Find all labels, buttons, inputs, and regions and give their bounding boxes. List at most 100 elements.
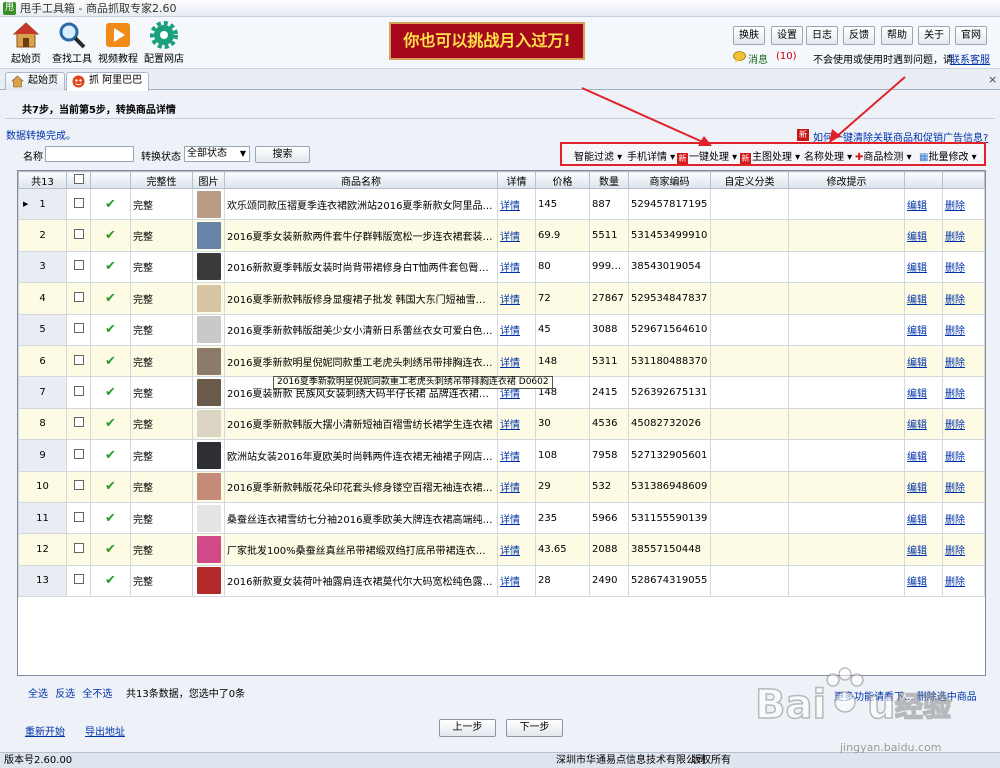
prev-step-button[interactable]: 上一步 bbox=[439, 719, 496, 737]
delete-link[interactable]: 删除 bbox=[945, 452, 965, 463]
image-cell[interactable] bbox=[192, 564, 225, 598]
merchant-code-cell[interactable]: 45082732026 bbox=[628, 407, 711, 441]
menu-smart-filter[interactable]: 智能过滤 ▾ bbox=[574, 148, 622, 163]
merchant-code-cell[interactable]: 38557150448 bbox=[628, 533, 711, 566]
detail-link[interactable]: 详情 bbox=[500, 295, 520, 306]
table-row[interactable]: 9 ✔ 完整 欧洲站女装2016年夏欧美时尚韩两件连衣裙无袖裙子网店代理... 详情 10… bbox=[18, 439, 985, 472]
detail-link[interactable]: 详情 bbox=[500, 389, 520, 400]
delete-link[interactable]: 删除 bbox=[945, 546, 965, 557]
row-select-cell[interactable] bbox=[66, 501, 91, 535]
table-row[interactable]: 6 ✔ 完整 2016夏季新款明星倪妮同款重工老虎头刺绣吊带排胸连衣裙 D... 详情 1… bbox=[18, 344, 985, 378]
quantity-cell[interactable]: 5311 bbox=[589, 344, 629, 378]
log-button[interactable]: 日志 bbox=[806, 26, 838, 45]
row-select-cell[interactable] bbox=[66, 564, 91, 598]
edit-link[interactable]: 编辑 bbox=[907, 515, 927, 526]
image-cell[interactable] bbox=[192, 313, 225, 346]
checkbox[interactable] bbox=[73, 448, 84, 459]
tab-start-page[interactable]: 起始页 bbox=[5, 72, 65, 90]
settings-button[interactable]: 设置 bbox=[771, 26, 803, 45]
merchant-code-cell[interactable]: 531155590139 bbox=[628, 501, 711, 535]
delete-link[interactable]: 删除 bbox=[945, 515, 965, 526]
custom-category-cell[interactable] bbox=[710, 533, 789, 566]
close-tab-icon[interactable]: × bbox=[988, 73, 997, 86]
toolbar-home-button[interactable]: 起始页 bbox=[3, 20, 49, 68]
price-cell[interactable]: 69.9 bbox=[535, 219, 590, 252]
feedback-button[interactable]: 反馈 bbox=[843, 26, 875, 45]
image-cell[interactable] bbox=[192, 501, 225, 535]
image-cell[interactable] bbox=[192, 250, 225, 284]
edit-link[interactable]: 编辑 bbox=[907, 577, 927, 588]
image-cell[interactable] bbox=[192, 470, 225, 503]
custom-category-cell[interactable] bbox=[710, 187, 789, 221]
product-name-cell[interactable]: 桑蚕丝连衣裙雪纺七分袖2016夏季欧美大牌连衣裙高端纯色大... bbox=[224, 501, 498, 535]
product-thumbnail[interactable] bbox=[196, 567, 221, 595]
product-thumbnail[interactable] bbox=[196, 253, 221, 281]
product-thumbnail[interactable] bbox=[196, 504, 221, 532]
row-select-cell[interactable] bbox=[66, 439, 91, 472]
select-all-link[interactable]: 全选 bbox=[28, 689, 48, 700]
checkbox[interactable] bbox=[73, 354, 84, 365]
custom-category-cell[interactable] bbox=[710, 376, 789, 409]
menu-mobile-detail[interactable]: 手机详情 ▾ bbox=[627, 148, 675, 163]
contact-support-link[interactable]: 联系客服 bbox=[950, 51, 990, 66]
merchant-code-cell[interactable]: 526392675131 bbox=[628, 376, 711, 409]
edit-link[interactable]: 编辑 bbox=[907, 201, 927, 212]
table-row[interactable]: 5 ✔ 完整 2016夏季新款韩版甜美少女小清新日系蕾丝衣女可爱白色大码... 详情 45… bbox=[18, 313, 985, 346]
next-step-button[interactable]: 下一步 bbox=[506, 719, 563, 737]
product-thumbnail[interactable] bbox=[196, 379, 221, 407]
checkbox[interactable] bbox=[73, 260, 84, 271]
delete-link[interactable]: 删除 bbox=[945, 483, 965, 494]
menu-name-process[interactable]: 名称处理 ▾ bbox=[804, 148, 852, 163]
product-thumbnail[interactable] bbox=[196, 473, 221, 501]
menu-batch-modify[interactable]: ▦批量修改 ▾ bbox=[919, 148, 977, 163]
product-name-cell[interactable]: 2016新款夏季韩版女装时尚背带裙修身白T恤两件套包臀开叉... bbox=[224, 250, 498, 284]
product-name-cell[interactable]: 2016夏季新款韩版花朵印花套头修身镂空百褶无袖连衣裙A字... bbox=[224, 470, 498, 503]
checkbox[interactable] bbox=[73, 197, 84, 208]
quantity-cell[interactable]: 27867 bbox=[589, 282, 629, 315]
delete-link[interactable]: 删除 bbox=[945, 232, 965, 243]
checkbox[interactable] bbox=[73, 542, 84, 553]
row-select-cell[interactable] bbox=[66, 376, 91, 409]
table-row[interactable]: 2 ✔ 完整 2016夏季女装新款两件套牛仔群韩版宽松一步连衣裙套装长裙... 详情 69… bbox=[18, 219, 985, 252]
edit-link[interactable]: 编辑 bbox=[907, 452, 927, 463]
about-button[interactable]: 关于 bbox=[918, 26, 950, 45]
product-thumbnail[interactable] bbox=[196, 441, 221, 469]
invert-selection-link[interactable]: 反选 bbox=[55, 689, 75, 700]
detail-link[interactable]: 详情 bbox=[500, 420, 520, 431]
delete-link[interactable]: 删除 bbox=[945, 389, 965, 400]
detail-link[interactable]: 详情 bbox=[500, 263, 520, 274]
quantity-cell[interactable]: 999853 bbox=[589, 250, 629, 284]
product-name-cell[interactable]: 2016新款夏女装荷叶袖露肩连衣裙莫代尔大码宽松纯色露肩连... bbox=[224, 564, 498, 598]
product-name-cell[interactable]: 欢乐颂同款压褶夏季连衣裙欧洲站2016夏季新款女阿里品牌精... bbox=[224, 187, 498, 221]
checkbox[interactable] bbox=[73, 323, 84, 334]
table-row[interactable]: 10 ✔ 完整 2016夏季新款韩版花朵印花套头修身镂空百褶无袖连衣裙A字... 详情 2… bbox=[18, 470, 985, 503]
delete-link[interactable]: 删除 bbox=[945, 263, 965, 274]
row-select-cell[interactable] bbox=[66, 533, 91, 566]
checkbox[interactable] bbox=[73, 480, 84, 491]
quantity-cell[interactable]: 5966 bbox=[589, 501, 629, 535]
message-label[interactable]: 消息 bbox=[748, 51, 768, 66]
custom-category-cell[interactable] bbox=[710, 470, 789, 503]
delete-link[interactable]: 删除 bbox=[945, 201, 965, 212]
detail-link[interactable]: 详情 bbox=[500, 546, 520, 557]
table-row[interactable]: ▶ 1 ✔ 完整 欢乐颂同款压褶夏季连衣裙欧洲站2016夏季新款女阿里品牌精... 详情 1… bbox=[18, 187, 985, 221]
delete-link[interactable]: 删除 bbox=[945, 326, 965, 337]
price-cell[interactable]: 148 bbox=[535, 344, 590, 378]
quantity-cell[interactable]: 2490 bbox=[589, 564, 629, 598]
custom-category-cell[interactable] bbox=[710, 250, 789, 284]
merchant-code-cell[interactable]: 531453499910 bbox=[628, 219, 711, 252]
name-search-input[interactable] bbox=[45, 146, 134, 162]
export-address-link[interactable]: 导出地址 bbox=[85, 723, 125, 738]
checkbox[interactable] bbox=[73, 173, 84, 184]
col-header-quantity[interactable]: 数量 bbox=[589, 171, 629, 189]
product-name-cell[interactable]: 厂家批发100%桑蚕丝真丝吊带裙缎双绉打底吊带裙连衣裙睡... bbox=[224, 533, 498, 566]
detail-link[interactable]: 详情 bbox=[500, 577, 520, 588]
edit-link[interactable]: 编辑 bbox=[907, 358, 927, 369]
quantity-cell[interactable]: 2415 bbox=[589, 376, 629, 409]
table-row[interactable]: 13 ✔ 完整 2016新款夏女装荷叶袖露肩连衣裙莫代尔大码宽松纯色露肩连... 详情 2… bbox=[18, 564, 985, 598]
table-row[interactable]: 8 ✔ 完整 2016夏季新款韩版大摆小清新短袖百褶雪纺长裙学生连衣裙 详情 30 4536… bbox=[18, 407, 985, 441]
detail-link[interactable]: 详情 bbox=[500, 232, 520, 243]
checkbox[interactable] bbox=[73, 417, 84, 428]
price-cell[interactable]: 29 bbox=[535, 470, 590, 503]
image-cell[interactable] bbox=[192, 376, 225, 409]
